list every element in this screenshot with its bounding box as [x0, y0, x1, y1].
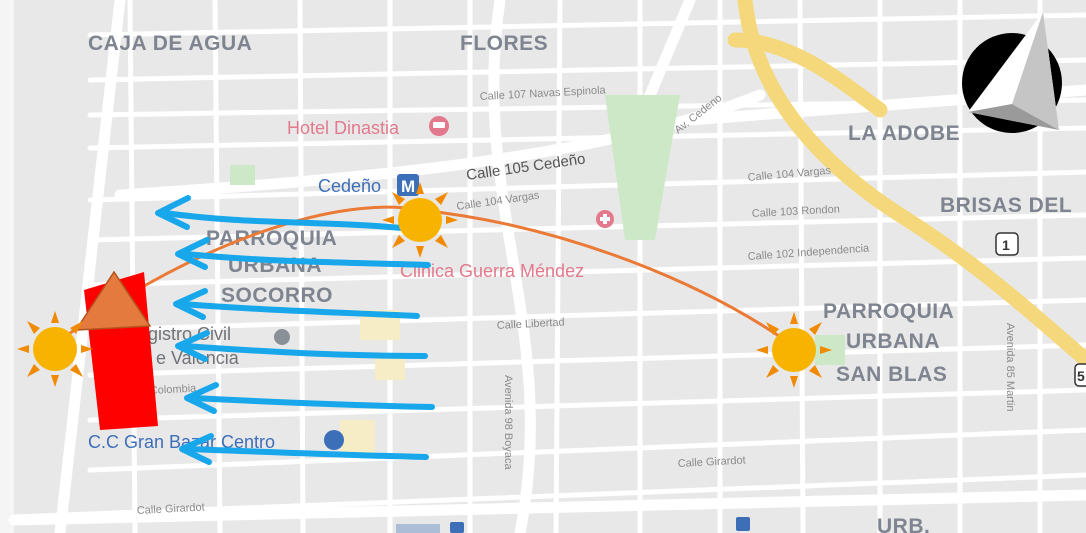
bus-stop-icon — [736, 517, 750, 531]
edge-shield-number: 5 — [1077, 368, 1085, 384]
registry-icon — [274, 329, 290, 345]
street-avenida-85: Avenida 85 Martin — [1004, 323, 1016, 411]
district-flores: FLORES — [460, 32, 548, 55]
metro-label: Cedeño — [318, 176, 381, 196]
metro-glyph: M — [401, 177, 415, 196]
mall-icon — [324, 430, 344, 450]
street-avenida-98: Avenida 98 Boyaca — [502, 375, 514, 470]
sun-icon — [382, 182, 458, 258]
route-shield-number: 1 — [1002, 237, 1010, 253]
district-la-adobe: LA ADOBE — [848, 122, 960, 145]
district-parroquia-socorro-3: SOCORRO — [221, 284, 333, 307]
district-urb: URB. — [877, 515, 930, 533]
district-parroquia-san-blas-3: SAN BLAS — [836, 363, 947, 386]
map-left-edge — [0, 0, 14, 533]
metro-stop-label-fragment — [396, 524, 440, 533]
clinic-cross-h — [600, 217, 610, 221]
sun-icon — [17, 311, 93, 387]
metro-stop-bottom-icon — [450, 522, 464, 533]
hotel-label: Hotel Dinastia — [287, 118, 400, 138]
sun-icon — [756, 312, 832, 388]
district-brisas-del: BRISAS DEL — [940, 194, 1072, 217]
hotel-bed-glyph — [433, 122, 445, 128]
district-caja-de-agua: CAJA DE AGUA — [88, 32, 252, 55]
map-canvas[interactable]: CAJA DE AGUA FLORES LA ADOBE BRISAS DEL … — [0, 0, 1086, 533]
district-parroquia-san-blas-2: URBANA — [846, 330, 940, 353]
district-parroquia-san-blas-1: PARROQUIA — [823, 300, 954, 323]
poi-metro[interactable]: Cedeño M — [318, 174, 419, 196]
